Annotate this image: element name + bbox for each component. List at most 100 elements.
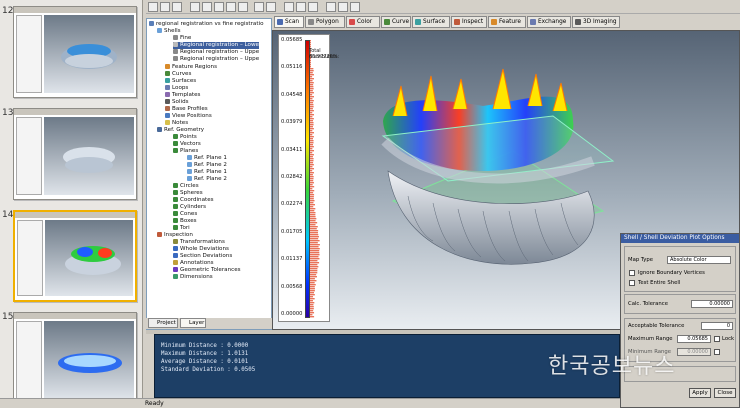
tree-item[interactable]: Cylinders xyxy=(173,204,206,211)
deviation-legend[interactable]: Total distribution: 66.97726% 0.05685 0.0… xyxy=(278,34,339,322)
histogram-bar xyxy=(310,176,314,178)
curve-icon xyxy=(165,71,170,76)
histogram-bar xyxy=(310,120,314,122)
tree-item[interactable]: Cones xyxy=(173,211,197,218)
close-button[interactable]: Close xyxy=(714,388,736,398)
tab-feature[interactable]: Feature xyxy=(488,16,526,28)
tree-item[interactable]: Shells xyxy=(157,28,181,35)
plane-icon xyxy=(187,176,192,181)
tab-surface[interactable]: Surface xyxy=(412,16,450,28)
histogram-bar xyxy=(310,98,313,100)
ignore-boundary-checkbox[interactable] xyxy=(629,270,635,276)
open-icon[interactable] xyxy=(160,2,170,12)
tree-item[interactable]: Base Profiles xyxy=(165,106,208,113)
zoom-icon[interactable] xyxy=(308,2,318,12)
lasso-icon[interactable] xyxy=(338,2,348,12)
tree-root[interactable]: regional registration vs fine registrati… xyxy=(149,21,264,28)
tab-3d-imaging[interactable]: 3D Imaging xyxy=(572,16,620,28)
snapshot-icon[interactable] xyxy=(190,2,200,12)
save-icon[interactable] xyxy=(172,2,182,12)
histogram-bar xyxy=(310,124,314,126)
slide-thumbnail-14[interactable] xyxy=(13,210,137,302)
histogram-bar xyxy=(310,70,314,72)
tree-item[interactable]: Loops xyxy=(165,85,188,92)
apply-button[interactable]: Apply xyxy=(689,388,711,398)
acceptable-tolerance-input[interactable]: 0 xyxy=(701,322,733,330)
watermark-logo: 한국공보뉴스 xyxy=(548,354,676,379)
calc-tolerance-input[interactable]: 0.00000 xyxy=(691,300,733,308)
tab-layer[interactable]: Layer xyxy=(180,318,206,328)
tab-curve[interactable]: Curve xyxy=(381,16,411,28)
maximum-range-input[interactable]: 0.05685 xyxy=(677,335,711,343)
layer-icon[interactable] xyxy=(202,2,212,12)
tree-item[interactable]: Tori xyxy=(173,225,190,232)
tree-item[interactable]: Spheres xyxy=(173,190,203,197)
tab-inspect[interactable]: Inspect xyxy=(451,16,487,28)
tree-item[interactable]: Ref. Plane 2 xyxy=(187,176,227,183)
mesh-icon[interactable] xyxy=(214,2,224,12)
tree-item[interactable]: Feature Regions xyxy=(165,64,217,71)
slide-thumbnail-15[interactable] xyxy=(13,312,137,404)
legend-value: 0.00000 xyxy=(281,311,303,317)
map-type-select[interactable]: Absolute Color xyxy=(667,256,731,264)
tree-item[interactable]: Regional registration – Uppe xyxy=(173,49,259,56)
redo-icon[interactable] xyxy=(266,2,276,12)
tab-exchange[interactable]: Exchange xyxy=(527,16,571,28)
rotate-icon[interactable] xyxy=(284,2,294,12)
tab-scan[interactable]: Scan xyxy=(274,16,304,28)
minimum-range-input[interactable]: 0.00000 xyxy=(677,348,711,356)
tree-item[interactable]: Annotations xyxy=(173,260,214,267)
tree-item[interactable]: Boxes xyxy=(173,218,197,225)
tree-item[interactable]: Notes xyxy=(165,120,188,127)
tree-item[interactable]: Ref. Geometry xyxy=(157,127,204,134)
legend-value: 0.01137 xyxy=(281,256,303,263)
tree-item[interactable]: Transformations xyxy=(173,239,225,246)
tab-color[interactable]: Color xyxy=(346,16,380,28)
log-line: Maximum Distance : 1.0131 xyxy=(161,351,249,357)
tree-item[interactable]: Dimensions xyxy=(173,274,213,281)
test-entire-checkbox[interactable] xyxy=(629,280,635,286)
surface-icon[interactable] xyxy=(226,2,236,12)
pan-icon[interactable] xyxy=(296,2,306,12)
tree-item[interactable]: Whole Deviations xyxy=(173,246,229,253)
tree-item[interactable]: Surfaces xyxy=(165,78,196,85)
tree-item[interactable]: Ref. Plane 1 xyxy=(187,155,227,162)
new-icon[interactable] xyxy=(148,2,158,12)
histogram-bar xyxy=(310,108,313,110)
slide-thumbnail-12[interactable] xyxy=(13,6,137,98)
histogram-bar xyxy=(310,140,314,142)
tree-item[interactable]: Section Deviations xyxy=(173,253,232,260)
minimum-lock-checkbox[interactable] xyxy=(714,349,720,355)
lock-checkbox[interactable] xyxy=(714,336,720,342)
tree-item[interactable]: Templates xyxy=(165,92,200,99)
tree-item[interactable]: Points xyxy=(173,134,197,141)
pointer-icon[interactable] xyxy=(350,2,360,12)
slide-thumbnail-13[interactable] xyxy=(13,108,137,200)
tree-item[interactable]: Ref. Plane 2 xyxy=(187,162,227,169)
undo-icon[interactable] xyxy=(254,2,264,12)
select-icon[interactable] xyxy=(326,2,336,12)
tree-item[interactable]: View Positions xyxy=(165,113,212,120)
tab-project[interactable]: Project xyxy=(148,318,178,328)
tree-item[interactable]: Geometric Tolerances xyxy=(173,267,241,274)
tree-item[interactable]: Inspection xyxy=(157,232,193,239)
tab-polygon[interactable]: Polygon xyxy=(305,16,345,28)
tree-item[interactable]: Circles xyxy=(173,183,199,190)
tree-item[interactable]: Planes xyxy=(173,148,198,155)
fit-icon[interactable] xyxy=(238,2,248,12)
tree-item[interactable]: Fine xyxy=(173,35,191,42)
tree-item[interactable]: Ref. Plane 1 xyxy=(187,169,227,176)
tree-item[interactable]: Curves xyxy=(165,71,191,78)
histogram-bar xyxy=(310,68,314,70)
tree-item[interactable]: Regional registration – Uppe xyxy=(173,56,259,63)
profile-icon xyxy=(165,106,170,111)
plane-icon xyxy=(187,155,192,160)
tree-item[interactable]: Solids xyxy=(165,99,189,106)
histogram-bar xyxy=(310,172,314,174)
histogram-bar xyxy=(310,142,314,144)
tree-item[interactable]: Vectors xyxy=(173,141,201,148)
legend-value: 0.05116 xyxy=(281,64,303,71)
tree-item-selected[interactable]: Regional registration – Lowe xyxy=(173,42,259,49)
shell-icon xyxy=(173,35,178,40)
tree-item[interactable]: Coordinates xyxy=(173,197,214,204)
